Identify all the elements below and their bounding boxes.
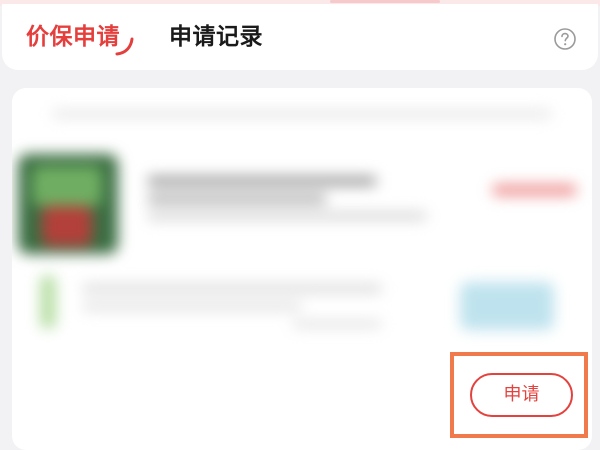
- tab-bar: 价保申请 申请记录: [2, 4, 598, 70]
- status-strip-mark: [330, 0, 440, 3]
- apply-button[interactable]: 申请: [470, 373, 573, 417]
- tab-apply-records[interactable]: 申请记录: [169, 22, 263, 52]
- question-circle-icon[interactable]: [553, 27, 577, 51]
- price-protection-screen: 价保申请 申请记录 申请: [0, 0, 600, 450]
- active-tab-indicator: [115, 37, 134, 56]
- tab-price-protection-apply[interactable]: 价保申请: [26, 22, 120, 52]
